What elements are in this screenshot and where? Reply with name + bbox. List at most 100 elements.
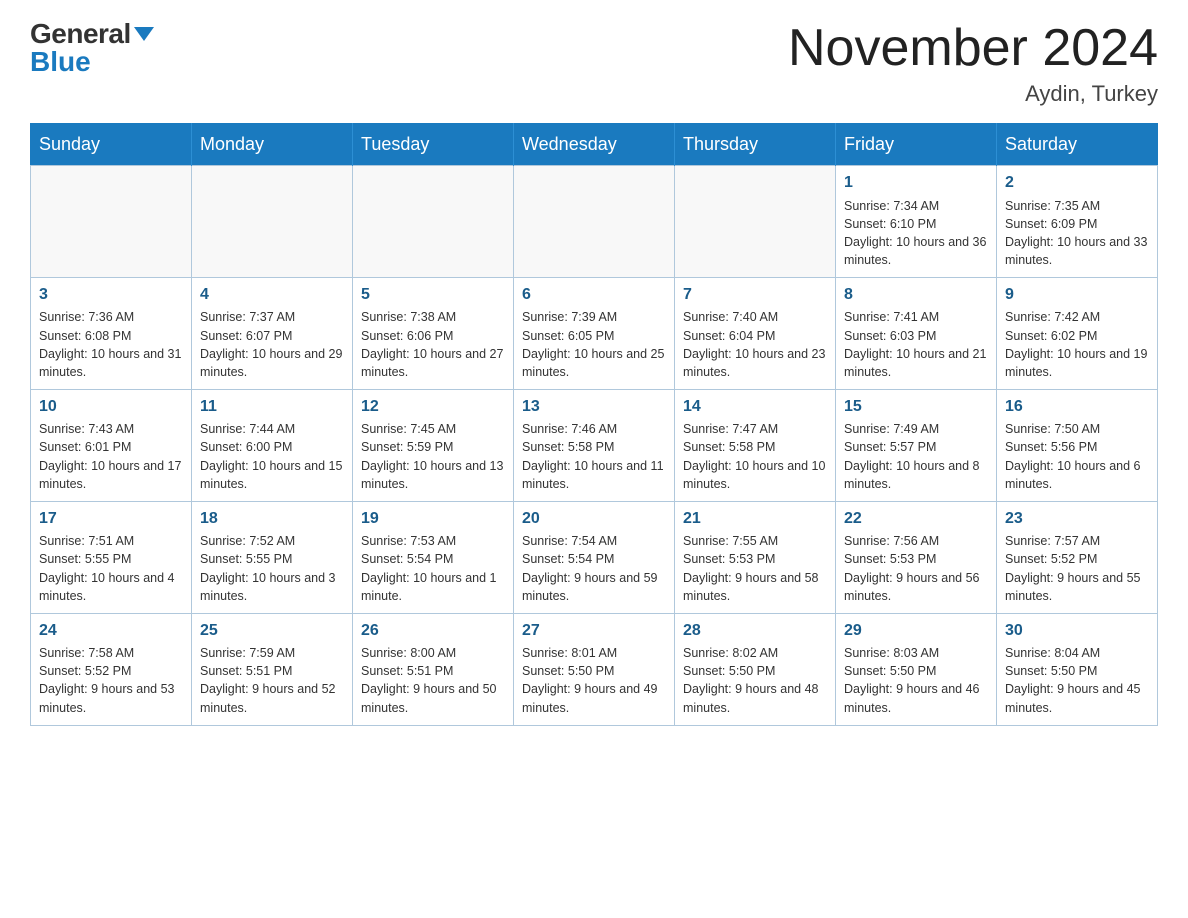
day-info: Sunrise: 7:50 AM Sunset: 5:56 PM Dayligh… [1005,420,1149,493]
calendar-cell [192,166,353,278]
week-row-5: 24Sunrise: 7:58 AM Sunset: 5:52 PM Dayli… [31,613,1158,725]
calendar-cell: 9Sunrise: 7:42 AM Sunset: 6:02 PM Daylig… [997,278,1158,390]
day-info: Sunrise: 7:44 AM Sunset: 6:00 PM Dayligh… [200,420,344,493]
calendar-cell: 29Sunrise: 8:03 AM Sunset: 5:50 PM Dayli… [836,613,997,725]
day-info: Sunrise: 7:57 AM Sunset: 5:52 PM Dayligh… [1005,532,1149,605]
day-info: Sunrise: 7:53 AM Sunset: 5:54 PM Dayligh… [361,532,505,605]
day-number: 23 [1005,508,1149,530]
day-info: Sunrise: 7:56 AM Sunset: 5:53 PM Dayligh… [844,532,988,605]
calendar-cell: 20Sunrise: 7:54 AM Sunset: 5:54 PM Dayli… [514,501,675,613]
weekday-header-sunday: Sunday [31,124,192,166]
week-row-4: 17Sunrise: 7:51 AM Sunset: 5:55 PM Dayli… [31,501,1158,613]
calendar-cell: 7Sunrise: 7:40 AM Sunset: 6:04 PM Daylig… [675,278,836,390]
day-number: 3 [39,284,183,306]
day-number: 7 [683,284,827,306]
calendar-cell: 30Sunrise: 8:04 AM Sunset: 5:50 PM Dayli… [997,613,1158,725]
day-number: 19 [361,508,505,530]
day-info: Sunrise: 7:45 AM Sunset: 5:59 PM Dayligh… [361,420,505,493]
day-info: Sunrise: 8:03 AM Sunset: 5:50 PM Dayligh… [844,644,988,717]
day-number: 13 [522,396,666,418]
day-info: Sunrise: 7:55 AM Sunset: 5:53 PM Dayligh… [683,532,827,605]
day-info: Sunrise: 7:41 AM Sunset: 6:03 PM Dayligh… [844,308,988,381]
calendar-cell: 19Sunrise: 7:53 AM Sunset: 5:54 PM Dayli… [353,501,514,613]
day-number: 18 [200,508,344,530]
weekday-header-tuesday: Tuesday [353,124,514,166]
day-info: Sunrise: 7:51 AM Sunset: 5:55 PM Dayligh… [39,532,183,605]
day-number: 12 [361,396,505,418]
day-info: Sunrise: 8:00 AM Sunset: 5:51 PM Dayligh… [361,644,505,717]
day-number: 11 [200,396,344,418]
day-info: Sunrise: 8:01 AM Sunset: 5:50 PM Dayligh… [522,644,666,717]
calendar-cell: 5Sunrise: 7:38 AM Sunset: 6:06 PM Daylig… [353,278,514,390]
day-number: 21 [683,508,827,530]
day-number: 1 [844,172,988,194]
calendar-cell: 21Sunrise: 7:55 AM Sunset: 5:53 PM Dayli… [675,501,836,613]
day-info: Sunrise: 7:36 AM Sunset: 6:08 PM Dayligh… [39,308,183,381]
calendar-cell: 23Sunrise: 7:57 AM Sunset: 5:52 PM Dayli… [997,501,1158,613]
day-number: 24 [39,620,183,642]
week-row-1: 1 Sunrise: 7:34 AM Sunset: 6:10 PM Daylig… [31,166,1158,278]
week-row-2: 3Sunrise: 7:36 AM Sunset: 6:08 PM Daylig… [31,278,1158,390]
calendar-cell [514,166,675,278]
day-number: 30 [1005,620,1149,642]
day-info: Sunrise: 7:58 AM Sunset: 5:52 PM Dayligh… [39,644,183,717]
calendar-cell: 17Sunrise: 7:51 AM Sunset: 5:55 PM Dayli… [31,501,192,613]
week-row-3: 10Sunrise: 7:43 AM Sunset: 6:01 PM Dayli… [31,389,1158,501]
calendar-cell: 14Sunrise: 7:47 AM Sunset: 5:58 PM Dayli… [675,389,836,501]
day-number: 5 [361,284,505,306]
calendar-cell: 15Sunrise: 7:49 AM Sunset: 5:57 PM Dayli… [836,389,997,501]
weekday-header-thursday: Thursday [675,124,836,166]
day-number: 15 [844,396,988,418]
calendar-cell [353,166,514,278]
weekday-header-friday: Friday [836,124,997,166]
calendar-cell: 24Sunrise: 7:58 AM Sunset: 5:52 PM Dayli… [31,613,192,725]
title-area: November 2024 Aydin, Turkey [788,20,1158,107]
calendar-cell: 22Sunrise: 7:56 AM Sunset: 5:53 PM Dayli… [836,501,997,613]
day-number: 17 [39,508,183,530]
day-info: Sunrise: 7:52 AM Sunset: 5:55 PM Dayligh… [200,532,344,605]
day-number: 16 [1005,396,1149,418]
day-number: 4 [200,284,344,306]
day-info: Sunrise: 7:46 AM Sunset: 5:58 PM Dayligh… [522,420,666,493]
month-title: November 2024 [788,20,1158,77]
calendar-cell: 4Sunrise: 7:37 AM Sunset: 6:07 PM Daylig… [192,278,353,390]
day-number: 6 [522,284,666,306]
location: Aydin, Turkey [788,81,1158,107]
logo-blue-text: Blue [30,48,91,76]
calendar-cell: 3Sunrise: 7:36 AM Sunset: 6:08 PM Daylig… [31,278,192,390]
day-info: Sunrise: 8:04 AM Sunset: 5:50 PM Dayligh… [1005,644,1149,717]
day-number: 25 [200,620,344,642]
calendar-cell: 28Sunrise: 8:02 AM Sunset: 5:50 PM Dayli… [675,613,836,725]
page-header: General Blue November 2024 Aydin, Turkey [30,20,1158,107]
weekday-header-monday: Monday [192,124,353,166]
weekday-header-wednesday: Wednesday [514,124,675,166]
day-info: Sunrise: 7:59 AM Sunset: 5:51 PM Dayligh… [200,644,344,717]
calendar-cell: 26Sunrise: 8:00 AM Sunset: 5:51 PM Dayli… [353,613,514,725]
calendar-cell: 27Sunrise: 8:01 AM Sunset: 5:50 PM Dayli… [514,613,675,725]
calendar-cell [31,166,192,278]
day-info: Sunrise: 7:38 AM Sunset: 6:06 PM Dayligh… [361,308,505,381]
day-number: 9 [1005,284,1149,306]
day-info: Sunrise: 7:49 AM Sunset: 5:57 PM Dayligh… [844,420,988,493]
calendar-cell: 12Sunrise: 7:45 AM Sunset: 5:59 PM Dayli… [353,389,514,501]
calendar-cell: 8Sunrise: 7:41 AM Sunset: 6:03 PM Daylig… [836,278,997,390]
day-info: Sunrise: 7:39 AM Sunset: 6:05 PM Dayligh… [522,308,666,381]
day-info: Sunrise: 7:43 AM Sunset: 6:01 PM Dayligh… [39,420,183,493]
logo-general-text: General [30,20,131,48]
logo: General Blue [30,20,154,76]
calendar-cell: 11Sunrise: 7:44 AM Sunset: 6:00 PM Dayli… [192,389,353,501]
calendar-cell: 25Sunrise: 7:59 AM Sunset: 5:51 PM Dayli… [192,613,353,725]
calendar-cell: 10Sunrise: 7:43 AM Sunset: 6:01 PM Dayli… [31,389,192,501]
day-info: Sunrise: 7:54 AM Sunset: 5:54 PM Dayligh… [522,532,666,605]
day-number: 29 [844,620,988,642]
calendar-cell: 18Sunrise: 7:52 AM Sunset: 5:55 PM Dayli… [192,501,353,613]
day-number: 10 [39,396,183,418]
weekday-header-row: SundayMondayTuesdayWednesdayThursdayFrid… [31,124,1158,166]
day-number: 14 [683,396,827,418]
day-info: Sunrise: 7:35 AM Sunset: 6:09 PM Dayligh… [1005,197,1149,270]
day-info: Sunrise: 7:34 AM Sunset: 6:10 PM Dayligh… [844,197,988,270]
day-number: 20 [522,508,666,530]
day-info: Sunrise: 7:42 AM Sunset: 6:02 PM Dayligh… [1005,308,1149,381]
calendar-cell: 13Sunrise: 7:46 AM Sunset: 5:58 PM Dayli… [514,389,675,501]
day-info: Sunrise: 7:37 AM Sunset: 6:07 PM Dayligh… [200,308,344,381]
